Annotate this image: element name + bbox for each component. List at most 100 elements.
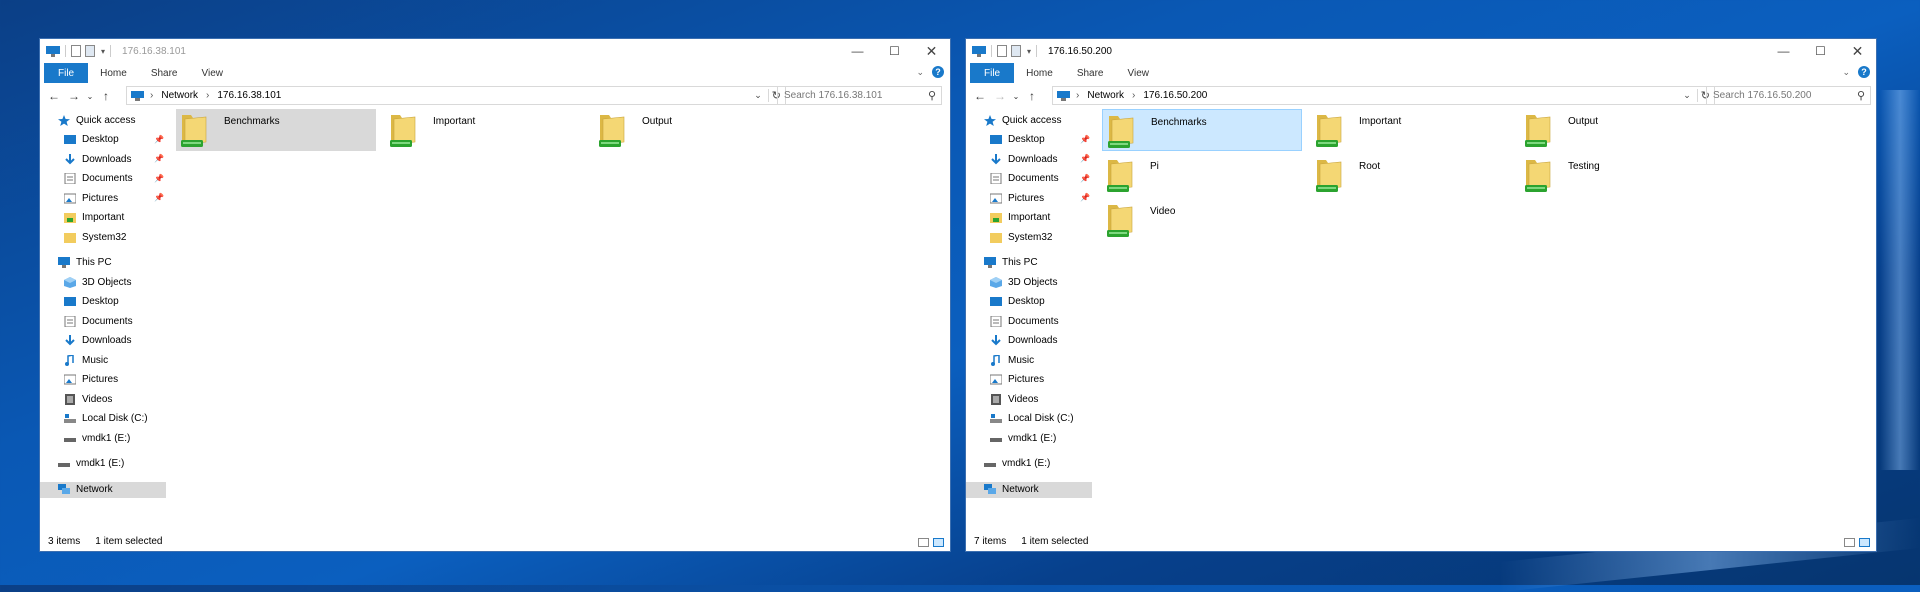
back-arrow-icon[interactable]: ←	[44, 89, 64, 103]
recent-chevron-icon[interactable]: ⌄	[1010, 92, 1022, 101]
folder-item[interactable]: Testing	[1520, 154, 1720, 196]
pin-icon[interactable]: 📌	[1080, 174, 1090, 183]
nav-item-documents[interactable]: Documents	[64, 171, 133, 187]
close-icon[interactable]: ✕	[913, 39, 950, 63]
nav-item-this-pc[interactable]: This PC	[58, 255, 112, 271]
explorer-window[interactable]: ▾ 176.16.50.200— ☐ ✕ File Home Share View ⌄? ← → ⌄ ↑…	[965, 38, 1877, 552]
nav-item-music[interactable]: Music	[64, 352, 108, 368]
properties-icon[interactable]	[71, 45, 81, 57]
breadcrumb-chevron-icon[interactable]: ›	[1076, 90, 1079, 101]
pin-icon[interactable]: 📌	[154, 193, 164, 202]
up-arrow-icon[interactable]: ↑	[1022, 89, 1042, 103]
large-icons-view-icon[interactable]	[933, 538, 944, 547]
minimize-icon[interactable]: —	[1765, 39, 1802, 63]
breadcrumb-network[interactable]: Network	[1087, 90, 1124, 101]
nav-item-desktop[interactable]: Desktop	[64, 132, 119, 148]
breadcrumb-chevron-icon[interactable]: ›	[1132, 90, 1135, 101]
breadcrumb-chevron-icon[interactable]: ›	[206, 90, 209, 101]
tab-home[interactable]: Home	[88, 63, 139, 83]
tab-share[interactable]: Share	[139, 63, 190, 83]
nav-item-system32[interactable]: System32	[64, 229, 126, 245]
nav-item-pictures[interactable]: Pictures	[63, 190, 118, 206]
folder-item[interactable]: Pi	[1102, 154, 1302, 196]
nav-item-documents[interactable]: Documents	[990, 171, 1059, 187]
up-arrow-icon[interactable]: ↑	[96, 89, 116, 103]
new-folder-icon[interactable]	[1011, 45, 1021, 57]
nav-item-downloads[interactable]: Downloads	[64, 151, 131, 167]
search-icon[interactable]: ⚲	[928, 89, 936, 102]
nav-item-documents[interactable]: Documents	[990, 313, 1059, 329]
nav-item-network[interactable]: Network	[40, 481, 166, 498]
folder-item[interactable]: Benchmarks	[1102, 109, 1302, 151]
nav-item-documents[interactable]: Documents	[64, 313, 133, 329]
pin-icon[interactable]: 📌	[154, 154, 164, 163]
nav-item-system32[interactable]: System32	[990, 229, 1052, 245]
nav-item-desktop[interactable]: Desktop	[990, 294, 1045, 310]
nav-item-vmdk1-e-[interactable]: vmdk1 (E:)	[990, 430, 1056, 446]
expand-ribbon-icon[interactable]: ⌄	[1842, 67, 1850, 78]
nav-item-vmdk1-e[interactable]: vmdk1 (E:)	[984, 456, 1050, 472]
tab-view[interactable]: View	[1116, 63, 1162, 83]
nav-item-pictures[interactable]: Pictures	[989, 190, 1044, 206]
customize-toolbar-icon[interactable]: ▾	[101, 47, 105, 56]
maximize-icon[interactable]: ☐	[1802, 39, 1839, 63]
tab-view[interactable]: View	[190, 63, 236, 83]
tab-home[interactable]: Home	[1014, 63, 1065, 83]
details-view-icon[interactable]	[918, 538, 929, 547]
pin-icon[interactable]: 📌	[154, 135, 164, 144]
breadcrumb-location[interactable]: 176.16.50.200	[1143, 90, 1207, 101]
nav-item-quick-access[interactable]: Quick access	[984, 112, 1061, 128]
nav-item-vmdk1-e-[interactable]: vmdk1 (E:)	[64, 430, 130, 446]
nav-item-important[interactable]: Important	[64, 210, 124, 226]
nav-item-3d-objects[interactable]: 3D Objects	[64, 274, 131, 290]
large-icons-view-icon[interactable]	[1859, 538, 1870, 547]
folder-item[interactable]: Video	[1102, 199, 1302, 241]
nav-item-pictures[interactable]: Pictures	[989, 372, 1044, 388]
folder-item[interactable]: Important	[385, 109, 585, 151]
nav-item-pictures[interactable]: Pictures	[63, 372, 118, 388]
nav-item-desktop[interactable]: Desktop	[64, 294, 119, 310]
nav-item-desktop[interactable]: Desktop	[990, 132, 1045, 148]
pin-icon[interactable]: 📌	[1080, 154, 1090, 163]
breadcrumb-location[interactable]: 176.16.38.101	[217, 90, 281, 101]
nav-item-local-disk-c-[interactable]: Local Disk (C:)	[64, 411, 148, 427]
search-input[interactable]: Search 176.16.38.101 ⚲	[777, 86, 942, 105]
recent-chevron-icon[interactable]: ⌄	[84, 92, 96, 101]
folder-item[interactable]: Root	[1311, 154, 1511, 196]
nav-item-network[interactable]: Network	[966, 481, 1092, 498]
close-icon[interactable]: ✕	[1839, 39, 1876, 63]
folder-item[interactable]: Important	[1311, 109, 1511, 151]
new-folder-icon[interactable]	[85, 45, 95, 57]
folder-item[interactable]: Output	[594, 109, 794, 151]
pin-icon[interactable]: 📌	[154, 174, 164, 183]
tab-share[interactable]: Share	[1065, 63, 1116, 83]
nav-item-quick-access[interactable]: Quick access	[58, 112, 135, 128]
nav-item-music[interactable]: Music	[990, 352, 1034, 368]
help-icon[interactable]: ?	[1858, 66, 1870, 78]
tab-file[interactable]: File	[44, 63, 89, 83]
expand-ribbon-icon[interactable]: ⌄	[916, 67, 924, 78]
minimize-icon[interactable]: —	[839, 39, 876, 63]
back-arrow-icon[interactable]: ←	[970, 89, 990, 103]
nav-item-videos[interactable]: Videos	[64, 391, 112, 407]
forward-arrow-icon[interactable]: →	[990, 89, 1010, 103]
address-dropdown-icon[interactable]: ⌄	[1683, 90, 1691, 101]
address-dropdown-icon[interactable]: ⌄	[754, 90, 762, 101]
nav-item-important[interactable]: Important	[990, 210, 1050, 226]
nav-item-local-disk-c-[interactable]: Local Disk (C:)	[990, 411, 1074, 427]
nav-item-videos[interactable]: Videos	[990, 391, 1038, 407]
breadcrumb-network[interactable]: Network	[161, 90, 198, 101]
folder-item[interactable]: Benchmarks	[176, 109, 376, 151]
explorer-window[interactable]: ▾ 176.16.38.101— ☐ ✕ File Home Share View ⌄? ← → ⌄ ↑…	[39, 38, 951, 552]
properties-icon[interactable]	[997, 45, 1007, 57]
nav-item-downloads[interactable]: Downloads	[990, 151, 1057, 167]
address-bar[interactable]: › Network › 176.16.50.200 ⌄ ↻	[1052, 86, 1715, 105]
pin-icon[interactable]: 📌	[1080, 135, 1090, 144]
title-bar[interactable]: ▾ 176.16.50.200 — ☐ ✕	[966, 39, 1876, 63]
help-icon[interactable]: ?	[932, 66, 944, 78]
details-view-icon[interactable]	[1844, 538, 1855, 547]
search-input[interactable]: Search 176.16.50.200 ⚲	[1706, 86, 1871, 105]
nav-item-vmdk1-e[interactable]: vmdk1 (E:)	[58, 456, 124, 472]
search-icon[interactable]: ⚲	[1857, 89, 1865, 102]
folder-item[interactable]: Output	[1520, 109, 1720, 151]
